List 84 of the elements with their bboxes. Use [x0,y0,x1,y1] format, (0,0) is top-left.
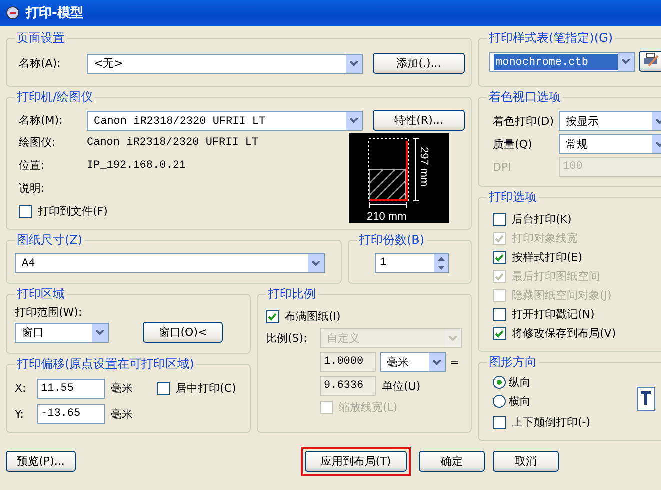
height-dimension-arrow [412,138,420,202]
checkbox-label: 打印到文件(F) [38,204,108,219]
checkbox-label: 居中打印(C) [176,381,236,396]
radio-label: 纵向 [509,375,531,390]
page-orientation-icon [637,387,655,411]
field-value: IP_192.168.0.21 [87,160,186,172]
dropdown[interactable]: monochrome.ctb [489,52,635,72]
group-title: 页面设置 [16,30,66,47]
group-title: 打印选项 [488,189,538,206]
dialog-button[interactable]: 取消 [493,451,559,472]
field-label: 名称(A): [19,56,62,71]
scale-field[interactable]: 1.0000 [320,352,376,372]
add-button[interactable]: 添加(.)... [373,53,465,74]
dialog-button[interactable]: 预览(P)... [6,451,76,472]
field-label: 着色打印(D) [493,114,553,128]
width-dimension-arrow [370,202,408,208]
field-label: 说明: [19,181,46,196]
app-icon [6,6,20,20]
checkbox-label: 打开打印戳记(N) [512,307,595,322]
unit-label: 毫米 [111,406,133,422]
edit-style-button[interactable] [639,51,661,72]
field-value: Canon iR2318/2320 UFRII LT [87,136,259,148]
field-label: DPI [493,160,512,174]
radio-button[interactable] [493,395,506,408]
scale-field[interactable]: 9.6336 [320,376,376,396]
checkbox-label: 后台打印(K) [512,212,572,227]
unit-label: 单位(U) [382,378,421,394]
properties-button[interactable]: 特性(R)... [373,110,465,131]
checkbox[interactable] [493,327,506,340]
checkbox-label: 将修改保存到布局(V) [512,326,616,341]
radio-button[interactable] [493,376,506,389]
field-label: 质量(Q) [493,136,534,152]
group-title: 打印样式表(笔指定)(G) [488,30,614,47]
group-title: 打印偏移(原点设置在可打印区域) [16,356,196,373]
equals-sign: = [450,356,460,368]
unit-label: 毫米 [111,381,133,396]
group-title: 打印份数(B) [358,232,426,249]
field-label: X: [15,382,28,395]
y-offset-field[interactable]: -13.65 [37,404,105,424]
spin-field[interactable]: 1 [375,253,449,273]
checkbox-label: 布满图纸(I) [285,309,341,324]
field-label: 位置: [19,158,46,173]
checkbox[interactable] [493,308,506,321]
printer-edit-icon [643,53,659,67]
window-pick-button[interactable]: 窗口(O)< [143,322,223,343]
radio-label: 横向 [509,394,531,409]
checkbox[interactable] [19,205,32,218]
dropdown[interactable]: Canon iR2318/2320 UFRII LT [87,110,363,130]
checkbox-label: 按样式打印(E) [512,250,583,265]
group-title: 打印比例 [267,286,317,303]
spin-arrows-icon[interactable] [434,254,448,272]
checkbox-label: 最后打印图纸空间 [512,269,600,284]
field-label: 比例(S): [266,330,308,346]
paper-sheet-drawing [368,138,410,202]
window-title: 打印-模型 [26,5,84,22]
dropdown[interactable]: <无> [87,54,363,74]
checkbox-label: 隐藏图纸空间对象(J) [512,288,612,303]
checkbox[interactable] [493,213,506,226]
field-label: 绘图仪: [19,135,57,150]
group-title: 着色视口选项 [488,89,562,106]
dropdown[interactable]: 窗口 [15,322,109,342]
group-title: 打印区域 [16,286,66,303]
dropdown[interactable]: 按显示 [559,111,661,131]
dropdown[interactable]: 毫米 [380,352,446,372]
checkbox[interactable] [157,382,170,395]
dialog-button[interactable]: 应用到布局(T) [305,451,407,472]
checkbox[interactable] [493,416,506,429]
dialog-button[interactable]: 确定 [419,451,485,472]
dropdown[interactable]: 常规 [559,134,661,154]
field-label: Y: [15,408,25,420]
dimension-label: 297 mm [418,147,430,187]
group-title: 打印机/绘图仪 [16,89,94,106]
checkbox-label: 缩放线宽(L) [339,400,398,415]
group-title: 图形方向 [488,354,538,371]
dropdown[interactable]: A4 [15,253,325,273]
checkbox-label: 打印对象线宽 [512,231,578,246]
group-title: 图纸尺寸(Z) [16,232,84,249]
field-label: 打印范围(W): [15,305,82,320]
checkbox[interactable] [493,251,506,264]
field-label: 名称(M): [19,113,64,128]
checkbox-label: 上下颠倒打印(-) [512,415,591,430]
x-offset-field[interactable]: 11.55 [37,378,105,398]
checkbox[interactable] [266,310,279,323]
dimension-label: 210 mm [367,211,407,223]
